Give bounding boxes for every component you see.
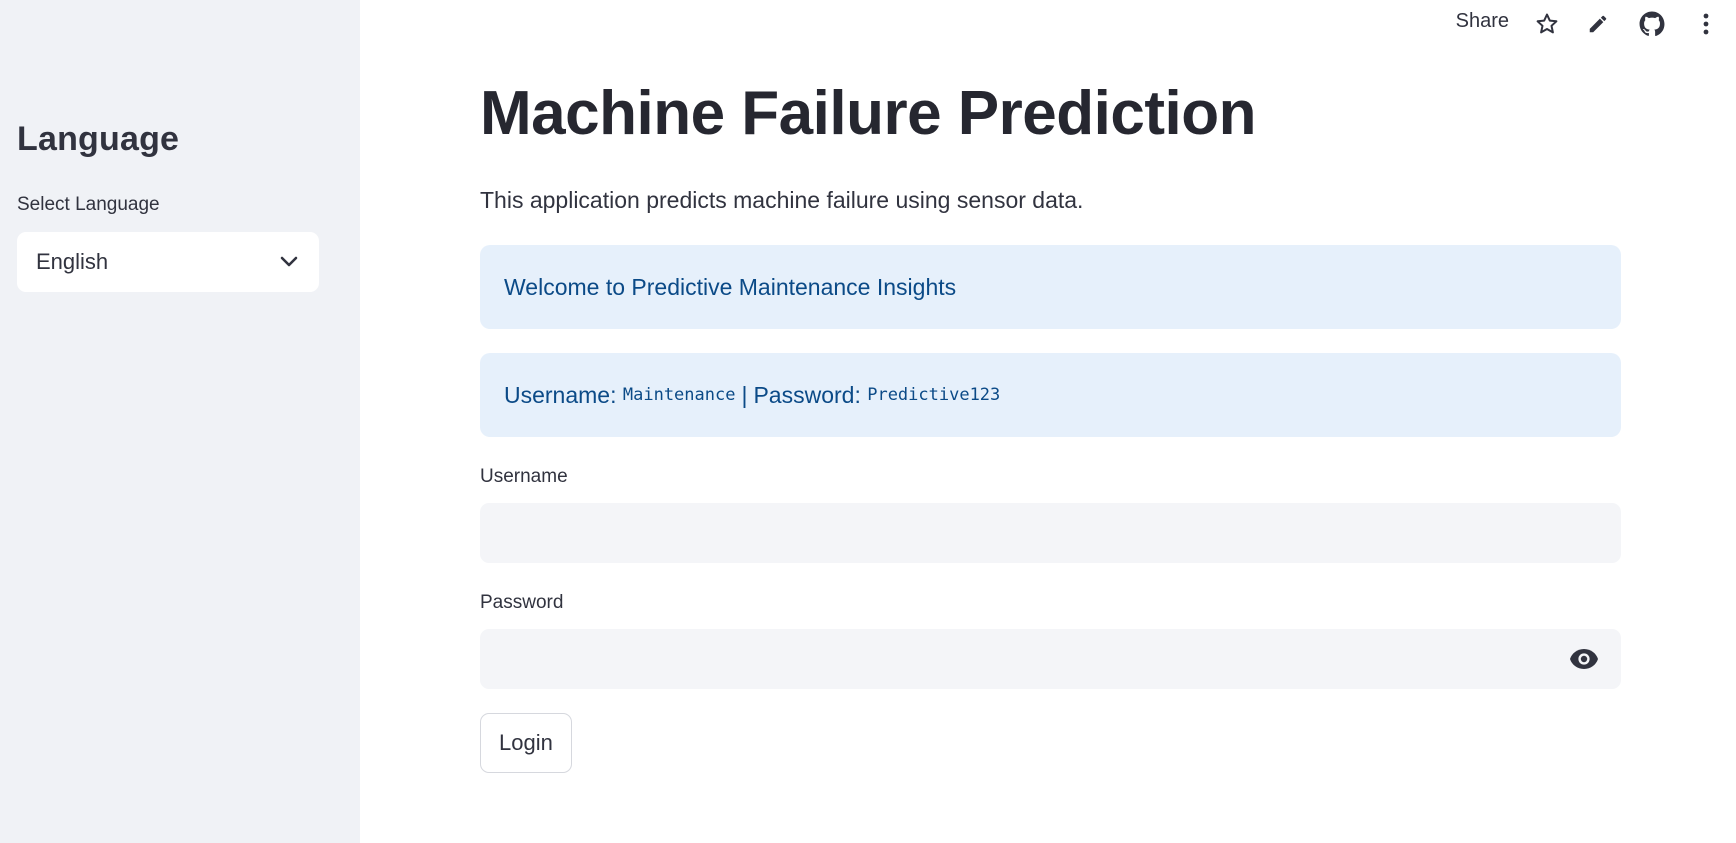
credentials-username-value: Maintenance: [622, 385, 736, 405]
language-select-value: English: [36, 249, 109, 274]
share-button[interactable]: Share: [1456, 10, 1509, 33]
welcome-message: Welcome to Predictive Maintenance Insigh…: [504, 273, 957, 300]
sidebar: Language Select Language English: [0, 0, 360, 843]
password-input[interactable]: [480, 629, 1621, 689]
github-icon[interactable]: [1638, 10, 1666, 38]
welcome-info-box: Welcome to Predictive Maintenance Insigh…: [480, 245, 1621, 329]
username-label: Username: [480, 466, 568, 487]
eye-icon[interactable]: [1569, 646, 1599, 672]
select-language-label: Select Language: [17, 194, 160, 215]
credentials-password-label: Password:: [753, 381, 861, 408]
password-label: Password: [480, 592, 564, 613]
credentials-info-box: Username: Maintenance | Password: Predicti…: [480, 353, 1621, 437]
star-icon[interactable]: [1533, 10, 1561, 38]
page-description: This application predicts machine failur…: [480, 187, 1084, 213]
credentials-separator: |: [741, 381, 748, 408]
credentials-password-value: Predictive123: [867, 385, 1001, 405]
more-vertical-icon[interactable]: [1692, 10, 1720, 38]
username-input[interactable]: [480, 503, 1621, 563]
language-select[interactable]: English: [17, 232, 319, 292]
page-title: Machine Failure Prediction: [480, 79, 1256, 148]
pencil-icon[interactable]: [1584, 10, 1612, 38]
credentials-username-label: Username:: [504, 381, 617, 408]
star-icon[interactable]: [1385, 10, 1413, 38]
sidebar-heading: Language: [17, 120, 180, 158]
chevron-down-icon: [279, 252, 299, 272]
login-button[interactable]: Login: [480, 713, 572, 773]
